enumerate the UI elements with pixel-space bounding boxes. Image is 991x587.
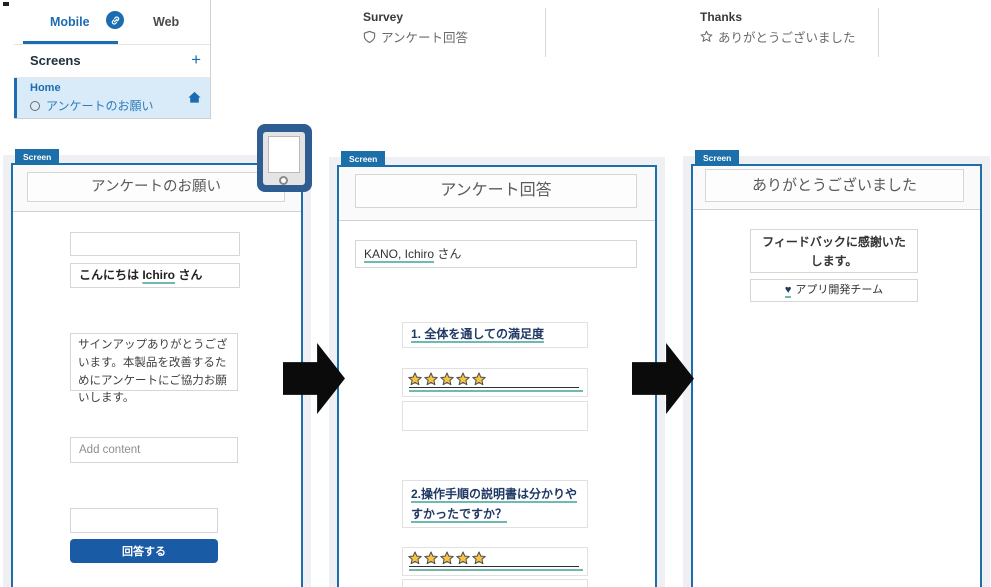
heart-icon: ♥ — [784, 284, 792, 298]
star-icon — [408, 372, 422, 386]
survey-title: Survey — [363, 10, 404, 24]
greeting-prefix: こんにちは — [79, 268, 143, 282]
star-rating[interactable] — [402, 368, 588, 397]
tab-mobile[interactable]: Mobile — [50, 15, 90, 29]
home-item-title: Home — [30, 82, 61, 94]
screen2-title-label[interactable]: アンケート回答 — [355, 174, 637, 208]
tablet-screen — [268, 136, 300, 173]
star-icon — [456, 372, 470, 386]
tablet-home-button — [279, 176, 288, 185]
intro-paragraph[interactable]: サインアップありがとうございます。本製品を改善するためにアンケートにご協力お願い… — [70, 333, 238, 404]
screen-home[interactable]: Screen アンケートのお願い こんにちは Ichiro さん サインアップあ… — [11, 149, 303, 587]
user-name: KANO, Ichiro — [364, 247, 435, 261]
tablet-body — [263, 132, 305, 185]
question2-text: 2.操作手順の説明書は分かりやすかったですか？ — [411, 487, 578, 522]
comment-input[interactable] — [402, 401, 588, 431]
thanks-subtitle: ありがとうございました — [718, 31, 856, 45]
star-icon — [456, 551, 470, 565]
comment-input[interactable] — [402, 579, 588, 587]
header-survey[interactable]: Survey アンケート回答 — [363, 10, 468, 46]
shield-icon — [363, 30, 376, 43]
star-icon — [424, 372, 438, 386]
empty-text-input[interactable] — [70, 232, 240, 256]
thanks-message-label[interactable]: フィードバックに感謝いたします。 — [750, 229, 918, 273]
rating-accent-line — [409, 569, 583, 571]
star-rating[interactable] — [402, 547, 588, 576]
survey-subtitle: アンケート回答 — [381, 31, 469, 45]
circle-icon — [30, 100, 40, 111]
greeting-label[interactable]: こんにちは Ichiro さん — [70, 263, 240, 288]
user-suffix: さん — [434, 247, 462, 261]
question1-label[interactable]: 1. 全体を通しての満足度 — [402, 322, 588, 348]
screens-header-label: Screens — [30, 53, 81, 68]
home-icon — [188, 91, 201, 103]
screens-header-row: Screens + — [14, 45, 210, 78]
team-label[interactable]: ♥ アプリ開発チーム — [750, 279, 918, 302]
screen-tab-label[interactable]: Screen — [341, 151, 386, 165]
add-content-placeholder[interactable]: Add content — [70, 437, 238, 463]
screen3-title-label[interactable]: ありがとうございました — [705, 169, 964, 202]
screen-thanks[interactable]: Screen ありがとうございました フィードバックに感謝いたします。 ♥ アプリ… — [691, 150, 982, 587]
screen-survey[interactable]: Screen アンケート回答 KANO, Ichiro さん 1. 全体を通して… — [337, 151, 657, 587]
header-divider — [545, 8, 546, 57]
star-icon — [408, 551, 422, 565]
star-icon — [424, 551, 438, 565]
greeting-suffix: さん — [175, 268, 203, 282]
rating-accent-line — [409, 390, 583, 392]
rating-underline — [409, 565, 579, 567]
canvas: Mobile Web Screens + Home アンケートのお願い Surv… — [0, 0, 991, 587]
device-tab-bar: Mobile Web — [14, 0, 210, 45]
screen1-title-label[interactable]: アンケートのお願い — [27, 172, 285, 202]
question1-text: 1. 全体を通しての満足度 — [411, 327, 544, 341]
thanks-title: Thanks — [700, 10, 743, 24]
header-divider — [878, 8, 879, 57]
user-name-label[interactable]: KANO, Ichiro さん — [355, 240, 637, 268]
add-screen-button[interactable]: + — [191, 50, 201, 70]
star-icon — [440, 372, 454, 386]
screen-tab-label[interactable]: Screen — [695, 150, 740, 164]
header-thanks[interactable]: Thanks ありがとうございました — [700, 10, 856, 46]
team-text: アプリ開発チーム — [795, 284, 884, 296]
star-outline-icon — [700, 30, 713, 42]
home-item-subtitle: アンケートのお願い — [46, 99, 154, 113]
star-icon — [440, 551, 454, 565]
sidebar-item-home[interactable]: Home アンケートのお願い — [14, 78, 210, 118]
rating-underline — [409, 386, 579, 388]
tablet-icon[interactable] — [257, 124, 312, 192]
screen-tab-label[interactable]: Screen — [15, 149, 60, 163]
screenshot-edge-artifact — [3, 2, 9, 6]
screens-sidebar: Mobile Web Screens + Home アンケートのお願い — [14, 0, 211, 119]
link-icon — [111, 15, 119, 25]
star-icon — [472, 551, 486, 565]
empty-text-input[interactable] — [70, 508, 218, 533]
greeting-name: Ichiro — [142, 268, 176, 282]
submit-button[interactable]: 回答する — [70, 539, 218, 563]
question2-label[interactable]: 2.操作手順の説明書は分かりやすかったですか？ — [402, 480, 588, 528]
tab-web[interactable]: Web — [153, 15, 179, 29]
star-icon — [472, 372, 486, 386]
active-tab-indicator — [23, 41, 118, 44]
link-toggle-button[interactable] — [106, 11, 124, 29]
